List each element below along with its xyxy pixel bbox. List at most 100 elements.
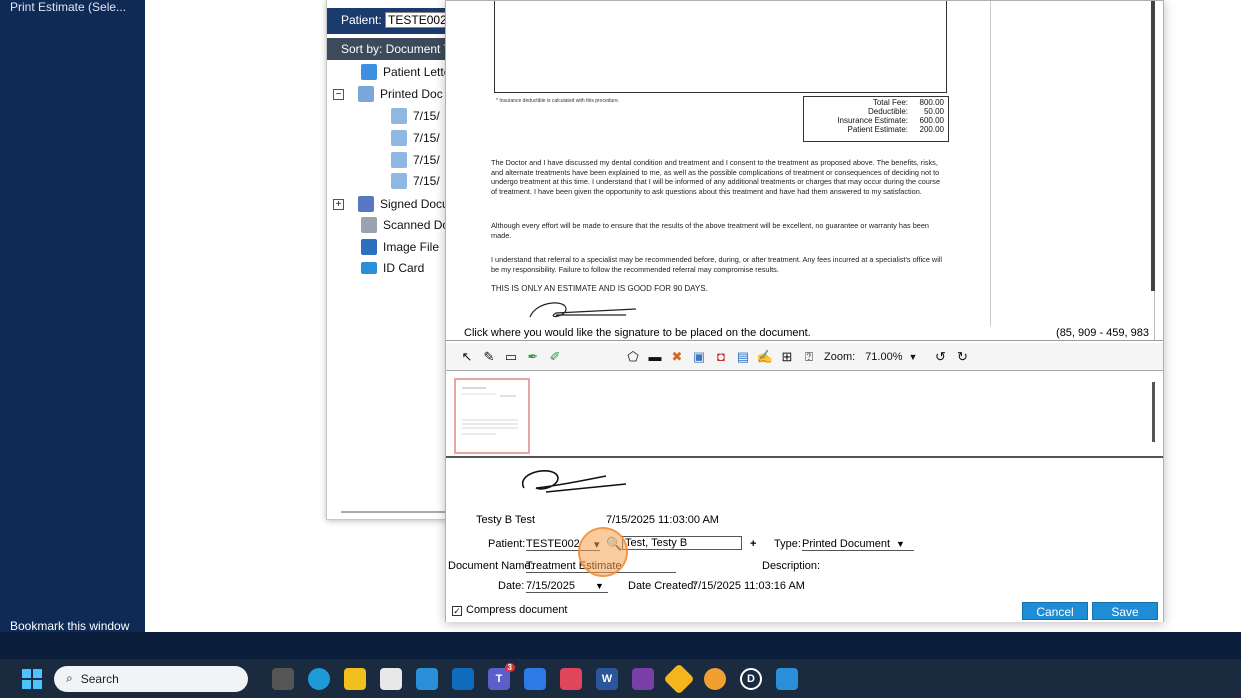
save-button[interactable]: Save — [1092, 602, 1158, 620]
patient-name-field[interactable]: Test, Testy B — [622, 536, 742, 550]
type-dropdown-icon[interactable]: ▼ — [896, 539, 905, 549]
zoom-label: Zoom: — [824, 350, 856, 363]
mascot-app-icon[interactable] — [704, 667, 726, 690]
click-indicator — [578, 527, 628, 577]
document-app-icon[interactable] — [776, 667, 798, 690]
tree-item-patient-letter[interactable]: Patient Lette — [361, 64, 450, 80]
sign-icon[interactable]: ✍ — [756, 348, 774, 366]
date-dropdown-icon[interactable]: ▼ — [595, 581, 604, 591]
rectangle-tool-icon[interactable]: ▭ — [502, 348, 520, 366]
compress-checkbox[interactable]: ✓ — [452, 606, 462, 616]
task-view-icon[interactable] — [272, 667, 294, 690]
consent-paragraph: The Doctor and I have discussed my denta… — [491, 158, 940, 196]
tree-item-signed-documents[interactable]: + Signed Docu — [333, 196, 449, 212]
tree-label: Image File — [383, 240, 440, 254]
thumbnail-scrollbar[interactable] — [1152, 382, 1155, 442]
deductible-footnote: * Insurance deductible is calculated wit… — [496, 98, 620, 104]
marker-icon[interactable]: ✐ — [546, 348, 564, 366]
sidebar-item-print-estimate[interactable]: Print Estimate (Sele... — [10, 0, 126, 14]
rotate-left-icon[interactable]: ↺ — [931, 348, 949, 366]
tree-item-printed-doc-1[interactable]: 7/15/ — [391, 108, 440, 124]
tree-item-printed-doc-3[interactable]: 7/15/ — [391, 152, 440, 168]
teams-icon[interactable]: T3 — [488, 662, 515, 690]
signature-dialog: * Insurance deductible is calculated wit… — [445, 0, 1164, 622]
type-label: Type: — [774, 538, 801, 550]
preview-scrollbar[interactable] — [1151, 1, 1155, 291]
signature-coordinates: (85, 909 - 459, 983 — [1056, 327, 1149, 339]
document-preview[interactable]: * Insurance deductible is calculated wit… — [446, 1, 1163, 341]
taskbar-search[interactable]: ⌕ Search — [54, 665, 248, 692]
app-grid-icon[interactable] — [524, 667, 546, 690]
printed-doc-item-icon — [391, 108, 407, 124]
eraser-icon[interactable]: ⬠ — [624, 348, 642, 366]
fee-value: 200.00 — [919, 125, 944, 134]
rotate-right-icon[interactable]: ↻ — [953, 348, 971, 366]
tree-item-image-file[interactable]: Image File — [361, 239, 439, 255]
app-red-icon[interactable] — [560, 667, 582, 690]
zoom-dropdown-icon[interactable]: ▼ — [909, 352, 918, 362]
tree-item-id-card[interactable]: ID Card — [361, 261, 424, 275]
printed-doc-item-icon — [391, 130, 407, 146]
type-value: Printed Document — [802, 538, 891, 550]
diamond-app-icon[interactable] — [663, 662, 695, 695]
printed-doc-item-icon — [391, 173, 407, 189]
word-icon[interactable]: W — [596, 667, 618, 690]
patient-id-box[interactable]: TESTE002 — [385, 12, 450, 28]
powerautomate-icon[interactable] — [632, 667, 654, 690]
teams-badge: 3 — [504, 662, 515, 672]
windows-start-icon[interactable] — [22, 668, 42, 689]
pointer-tool-icon[interactable]: ↖ — [458, 348, 476, 366]
printed-document-icon — [358, 86, 374, 102]
tree-item-scanned-documents[interactable]: Scanned Do — [361, 217, 449, 233]
fee-row-patient: Patient Estimate: 200.00 — [808, 125, 944, 134]
pdf-icon[interactable]: ◘ — [712, 348, 730, 366]
fit-width-icon[interactable]: ⍰ — [800, 348, 818, 366]
placed-signature-image — [529, 302, 637, 318]
collapse-icon[interactable]: − — [333, 88, 344, 100]
thumbnail-strip — [446, 372, 1163, 458]
fee-label: Total Fee: — [872, 98, 908, 107]
clear-icon[interactable]: ▬ — [646, 348, 664, 366]
add-patient-button[interactable]: + — [750, 538, 756, 550]
id-card-icon — [361, 262, 377, 274]
delete-icon[interactable]: ✖ — [668, 348, 686, 366]
page-thumbnail[interactable] — [454, 378, 530, 454]
tree-label: 7/15/ — [413, 153, 440, 167]
placement-hint: Click where you would like the signature… — [464, 327, 811, 339]
desktop-strip — [0, 632, 1241, 659]
outlook-new-icon[interactable] — [416, 667, 438, 690]
tree-item-printed-documents[interactable]: − Printed Doc — [333, 86, 443, 102]
fit-page-icon[interactable]: ⊞ — [778, 348, 796, 366]
tree-label: 7/15/ — [413, 131, 440, 145]
signature-toolbar: ↖ ✎ ▭ ✒ ✐ ⬠ ▬ ✖ ▣ ◘ ▤ ✍ ⊞ ⍰ Zoom: 71.00%… — [446, 343, 1163, 371]
date-field[interactable]: 7/15/2025 ▼ — [526, 580, 608, 593]
tree-item-printed-doc-2[interactable]: 7/15/ — [391, 130, 440, 146]
store-icon[interactable] — [380, 667, 402, 690]
signed-datetime: 7/15/2025 11:03:00 AM — [606, 514, 719, 526]
description-label: Description: — [762, 560, 821, 572]
highlighter-icon[interactable]: ✒ — [524, 348, 542, 366]
edge-icon[interactable] — [308, 667, 330, 690]
signed-document-icon — [358, 196, 374, 212]
fee-value: 50.00 — [923, 107, 944, 116]
cancel-button[interactable]: Cancel — [1022, 602, 1088, 620]
search-placeholder: Search — [80, 671, 119, 686]
d-app-icon[interactable]: D — [740, 667, 762, 690]
scanned-document-icon — [361, 217, 377, 233]
outlook-icon[interactable] — [452, 667, 474, 690]
patient-letter-icon — [361, 64, 377, 80]
tree-item-printed-doc-4[interactable]: 7/15/ — [391, 173, 440, 189]
zoom-select[interactable]: 71.00% — [865, 351, 902, 363]
expand-icon[interactable]: + — [333, 198, 344, 210]
scan-icon[interactable]: ▣ — [690, 348, 708, 366]
type-select[interactable]: Printed Document ▼ — [802, 538, 914, 551]
save-icon[interactable]: ▤ — [734, 348, 752, 366]
file-explorer-icon[interactable] — [344, 667, 366, 690]
pen-tool-icon[interactable]: ✎ — [480, 348, 498, 366]
captured-signature-image — [521, 470, 627, 493]
tree-label: ID Card — [383, 261, 425, 275]
document-page[interactable]: * Insurance deductible is calculated wit… — [446, 1, 991, 326]
fee-summary-box: Total Fee: 800.00 Deductible: 50.00 Insura… — [803, 96, 949, 142]
bookmark-window-link[interactable]: Bookmark this window — [10, 619, 129, 633]
search-icon: ⌕ — [66, 671, 73, 685]
